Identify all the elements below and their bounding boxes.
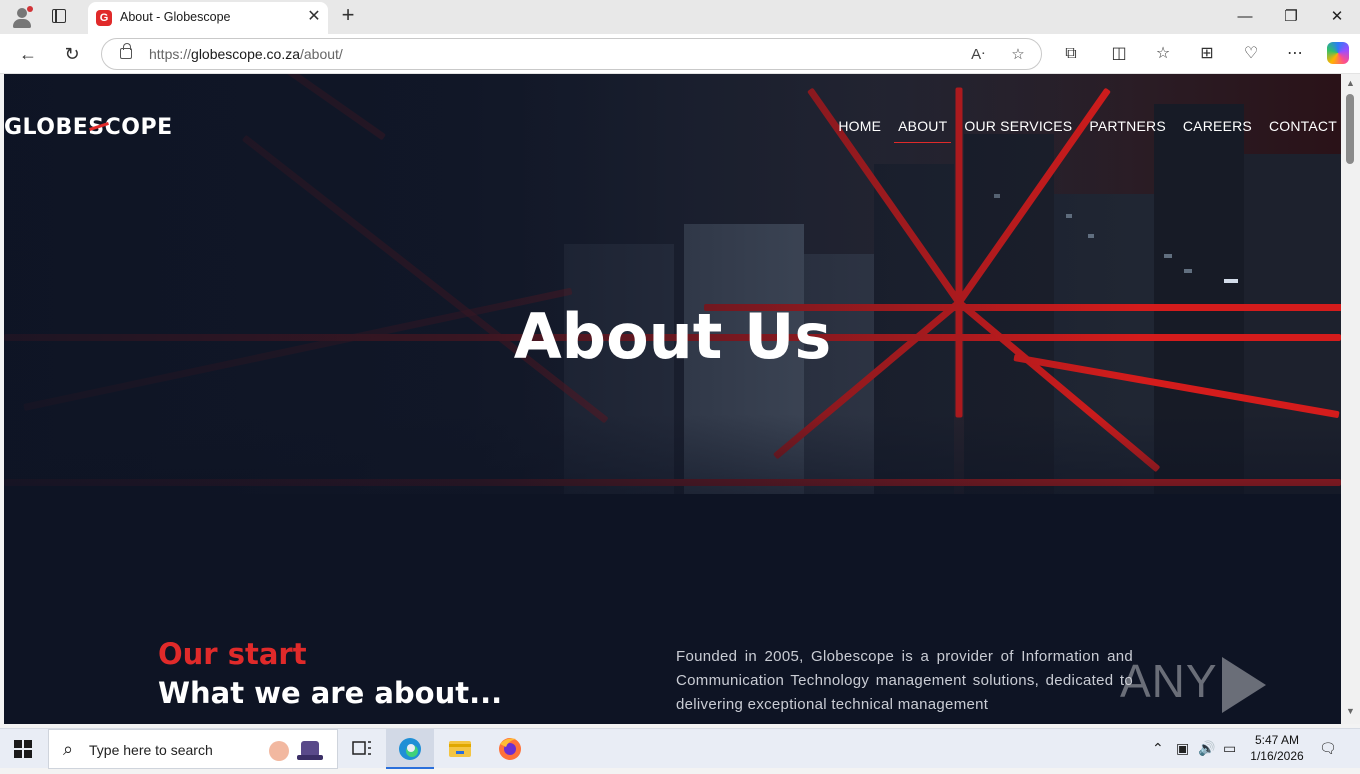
- favorite-star-icon[interactable]: ☆: [1006, 43, 1030, 67]
- favorites-icon[interactable]: ☆: [1151, 42, 1175, 66]
- close-tab-icon[interactable]: ✕: [304, 7, 324, 27]
- search-icon: ⌕: [63, 739, 74, 759]
- meet-now-icon[interactable]: ▣: [1176, 740, 1189, 757]
- firefox-icon[interactable]: [486, 729, 534, 769]
- edge-taskbar-icon[interactable]: [386, 729, 434, 769]
- about-section: Our start What we are about... Founded i…: [4, 494, 1341, 724]
- network-icon[interactable]: ▭: [1223, 740, 1236, 757]
- hero-banner: GLOBESCOPE HOME ABOUT OUR SERVICES PARTN…: [4, 74, 1341, 494]
- windows-start-icon[interactable]: [14, 740, 32, 758]
- close-window-button[interactable]: ✕: [1314, 3, 1360, 31]
- nav-partners[interactable]: PARTNERS: [1089, 118, 1166, 134]
- back-arrow-icon[interactable]: ←: [14, 40, 42, 68]
- tab-title: About - Globescope: [120, 10, 231, 24]
- tray-overflow-icon[interactable]: ⌃: [1152, 740, 1164, 757]
- about-paragraph: Founded in 2005, Globescope is a provide…: [676, 648, 1133, 713]
- section-title: What we are about...: [158, 676, 503, 710]
- profile-icon[interactable]: [10, 5, 34, 29]
- minimize-button[interactable]: —: [1222, 3, 1268, 31]
- nav-about[interactable]: ABOUT: [894, 118, 952, 143]
- search-placeholder: Type here to search: [89, 742, 213, 758]
- play-icon: [1221, 656, 1266, 713]
- clock-time: 5:47 AM: [1254, 733, 1300, 747]
- system-clock[interactable]: 5:47 AM 1/16/2026: [1246, 732, 1308, 764]
- site-logo[interactable]: GLOBESCOPE: [4, 115, 173, 140]
- nav-our-services[interactable]: OUR SERVICES: [964, 118, 1072, 134]
- nav-careers[interactable]: CAREERS: [1183, 118, 1252, 134]
- hero-title: About Us: [513, 300, 832, 373]
- collections-icon[interactable]: ⊞: [1195, 42, 1219, 66]
- performance-icon[interactable]: ♡: [1239, 42, 1263, 66]
- scroll-up-icon[interactable]: ▲: [1345, 78, 1356, 88]
- file-explorer-icon[interactable]: [436, 729, 484, 769]
- lock-icon[interactable]: [120, 43, 132, 59]
- browser-tab-active[interactable]: G About - Globescope ✕: [88, 2, 328, 34]
- nav-home[interactable]: HOME: [838, 118, 881, 134]
- split-screen-icon[interactable]: ◫: [1107, 42, 1131, 66]
- new-tab-button[interactable]: +: [336, 4, 360, 28]
- main-nav: HOME ABOUT OUR SERVICES PARTNERS CAREERS…: [838, 118, 1337, 143]
- anyrun-watermark: ANYRUN: [1120, 654, 1341, 724]
- browser-tab-bar: G About - Globescope ✕ + — ❐ ✕: [0, 0, 1360, 34]
- refresh-icon[interactable]: ↻: [58, 40, 86, 68]
- address-bar[interactable]: https://globescope.co.za/about/ Aᐧ ☆: [101, 38, 1042, 70]
- read-aloud-icon[interactable]: Aᐧ: [966, 43, 990, 67]
- section-kicker: Our start: [158, 637, 307, 671]
- extensions-icon[interactable]: ⧉: [1059, 42, 1083, 66]
- scroll-down-icon[interactable]: ▼: [1345, 706, 1356, 716]
- url-text[interactable]: https://globescope.co.za/about/: [149, 46, 343, 62]
- volume-icon[interactable]: 🔊: [1198, 740, 1215, 757]
- nav-contact[interactable]: CONTACT: [1269, 118, 1337, 134]
- tab-actions-icon[interactable]: [52, 9, 66, 23]
- page-viewport: GLOBESCOPE HOME ABOUT OUR SERVICES PARTN…: [4, 74, 1341, 724]
- notifications-icon[interactable]: 🗨: [1319, 740, 1337, 757]
- task-view-icon[interactable]: [338, 729, 386, 769]
- copilot-icon[interactable]: [1327, 42, 1349, 64]
- taskbar-search-box[interactable]: ⌕ Type here to search: [48, 729, 338, 769]
- page-scrollbar[interactable]: ▲ ▼: [1341, 74, 1360, 724]
- scrollbar-thumb[interactable]: [1346, 94, 1354, 164]
- clock-date: 1/16/2026: [1250, 749, 1304, 763]
- more-menu-icon[interactable]: ⋯: [1283, 42, 1307, 66]
- globescope-favicon-icon: G: [96, 10, 112, 26]
- windows-taskbar: ⌕ Type here to search ⌃ ▣ 🔊 ▭ 5:47 AM 1/…: [0, 728, 1360, 769]
- restore-button[interactable]: ❐: [1268, 3, 1314, 31]
- search-highlight-art-icon: [269, 741, 323, 761]
- browser-toolbar: ← ↻ https://globescope.co.za/about/ Aᐧ ☆…: [0, 34, 1360, 74]
